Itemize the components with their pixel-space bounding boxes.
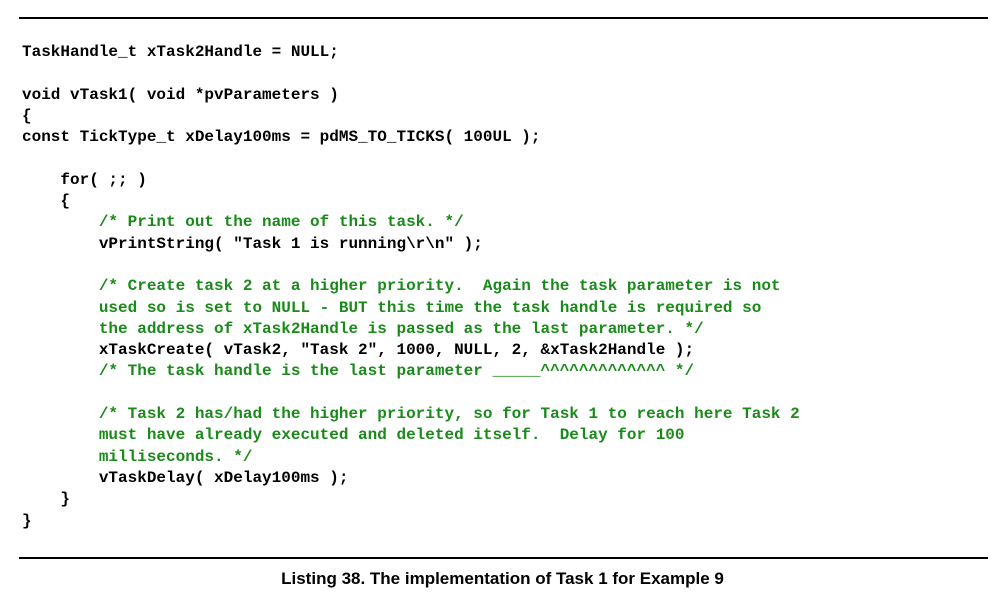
- code-line: }: [22, 511, 32, 530]
- code-line: for( ;; ): [22, 170, 147, 189]
- code-line: vPrintString( "Task 1 is running\r\n" );: [22, 234, 483, 253]
- listing-caption: Listing 38. The implementation of Task 1…: [281, 569, 724, 588]
- bottom-rule: [19, 557, 988, 559]
- code-comment-line: used so is set to NULL - BUT this time t…: [22, 298, 762, 317]
- code-line: }: [22, 490, 71, 509]
- code-comment-line: /* Task 2 has/had the higher priority, s…: [22, 405, 800, 424]
- code-line: {: [22, 192, 71, 211]
- code-comment-line: /* Create task 2 at a higher priority. A…: [22, 277, 781, 296]
- code-comment-line: /* The task handle is the last parameter…: [22, 362, 695, 381]
- code-line: {: [22, 106, 32, 125]
- code-line: vTaskDelay( xDelay100ms );: [22, 468, 349, 487]
- code-listing: TaskHandle_t xTask2Handle = NULL; void vT…: [22, 42, 800, 532]
- code-comment-line: the address of xTask2Handle is passed as…: [22, 319, 704, 338]
- code-comment-line: must have already executed and deleted i…: [22, 426, 685, 445]
- code-line: const TickType_t xDelay100ms = pdMS_TO_T…: [22, 128, 541, 147]
- code-line: TaskHandle_t xTask2Handle = NULL;: [22, 43, 339, 61]
- code-line: void vTask1( void *pvParameters ): [22, 85, 339, 104]
- code-comment-line: /* Print out the name of this task. */: [22, 213, 464, 232]
- code-comment-line: milliseconds. */: [22, 447, 253, 466]
- code-line: xTaskCreate( vTask2, "Task 2", 1000, NUL…: [22, 341, 695, 360]
- top-rule: [19, 17, 988, 19]
